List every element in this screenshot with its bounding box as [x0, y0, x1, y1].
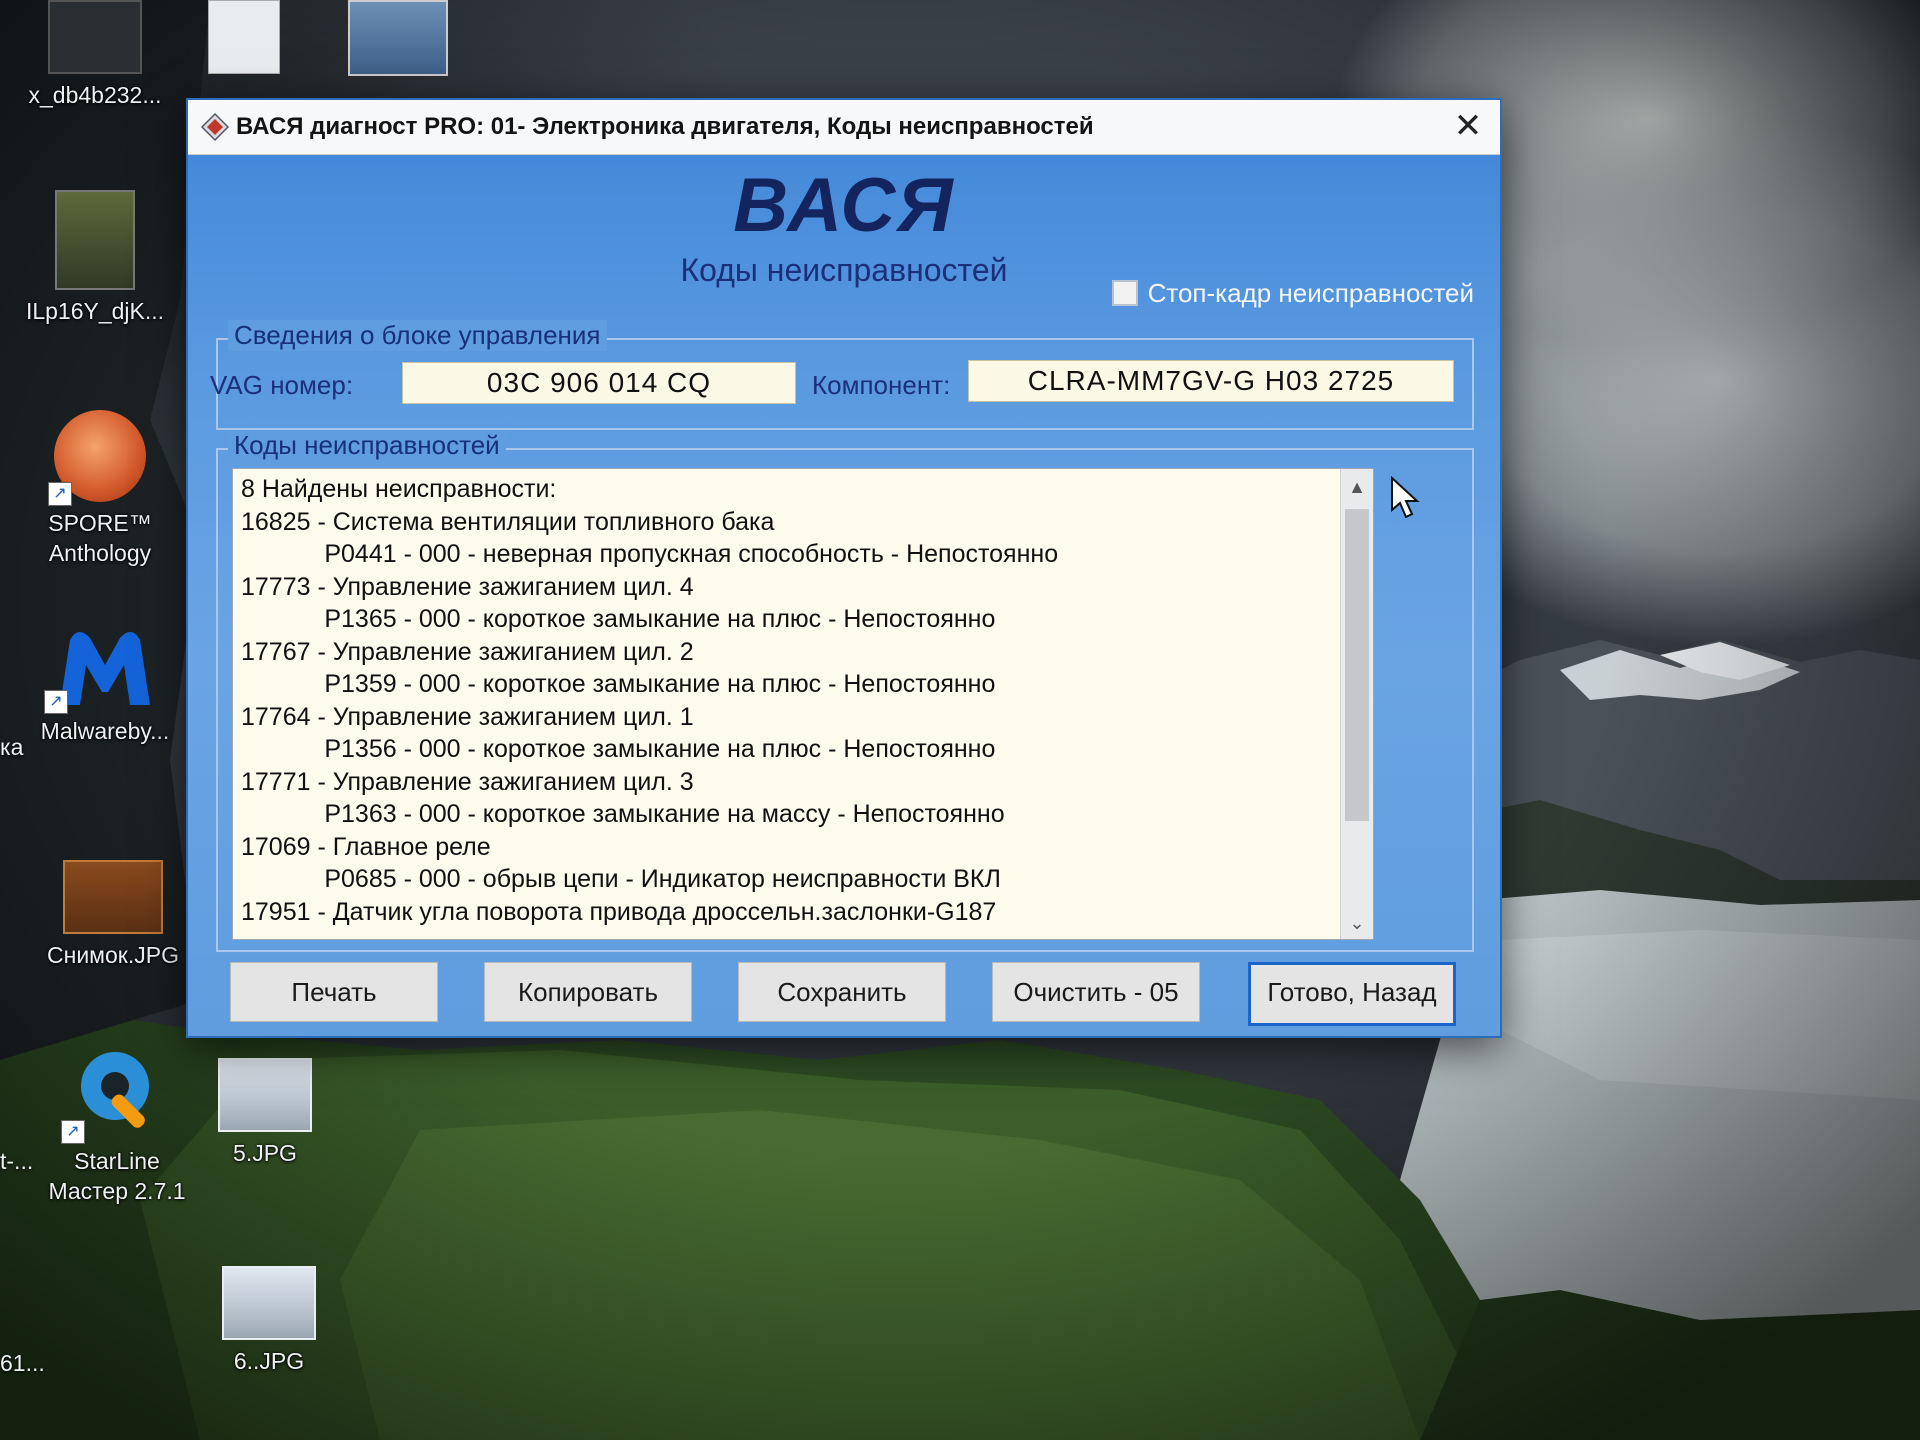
desktop-icon-label: 6..JPG — [233, 1348, 305, 1374]
image-file-icon — [222, 1266, 316, 1340]
image-file-icon[interactable] — [348, 0, 448, 76]
desktop-icon-malwarebytes[interactable]: ↗ Malwareby... — [20, 620, 190, 746]
image-file-icon — [63, 860, 163, 934]
fault-code-line: P1363 - 000 - короткое замыкание на масс… — [241, 800, 1005, 828]
desktop-icon-ilp16y[interactable]: ILp16Y_djK... — [10, 190, 180, 326]
desktop-icon-label: 5.JPG — [233, 1140, 297, 1166]
desktop-icon-label: SPORE™ Anthology — [48, 510, 152, 566]
fault-code-line: P1359 - 000 - короткое замыкание на плюс… — [241, 670, 996, 698]
fault-codes-list[interactable]: 8 Найдены неисправности: 16825 - Система … — [232, 468, 1374, 940]
save-button[interactable]: Сохранить — [738, 962, 946, 1022]
scroll-thumb[interactable] — [1345, 509, 1369, 821]
cut-off-icon-label: t-... — [0, 1148, 34, 1174]
shortcut-arrow-icon: ↗ — [44, 690, 68, 714]
component-field: CLRA-MM7GV-G H03 2725 — [968, 360, 1454, 402]
app-icon — [200, 112, 230, 142]
scroll-down-chevron-icon[interactable]: ⌄ — [1341, 909, 1373, 937]
desktop-icon-label: Malwareby... — [40, 718, 170, 744]
fault-code-line: 17767 - Управление зажиганием цил. 2 — [241, 637, 694, 666]
component-label: Компонент: — [812, 370, 951, 400]
document-file-icon[interactable] — [208, 0, 280, 74]
window-title: ВАСЯ диагност PRO: 01- Электроника двига… — [236, 113, 1094, 140]
shortcut-arrow-icon: ↗ — [61, 1120, 85, 1144]
cut-off-icon-label: 61... — [0, 1350, 45, 1376]
clear-button[interactable]: Очистить - 05 — [992, 962, 1200, 1022]
image-file-icon — [48, 0, 142, 74]
desktop-icon-label: StarLine Мастер 2.7.1 — [48, 1148, 186, 1204]
close-button[interactable]: ✕ — [1446, 106, 1490, 146]
checkbox-box[interactable] — [1111, 280, 1138, 306]
mouse-pointer-icon — [1391, 476, 1420, 519]
window-titlebar[interactable]: ВАСЯ диагност PRO: 01- Электроника двига… — [188, 100, 1500, 155]
shortcut-arrow-icon: ↗ — [48, 482, 72, 506]
fault-codes-text: 8 Найдены неисправности: 16825 - Система … — [241, 473, 1337, 928]
desktop-icon-label: Снимок.JPG — [47, 942, 179, 968]
photo-thumbnail-icon — [55, 190, 135, 290]
fault-codes-window: ВАСЯ диагност PRO: 01- Электроника двига… — [186, 98, 1502, 1038]
fault-code-line: P1356 - 000 - короткое замыкание на плюс… — [241, 735, 996, 763]
fault-code-line: 17771 - Управление зажиганием цил. 3 — [241, 767, 694, 796]
freeze-frame-label: Стоп-кадр неисправностей — [1147, 278, 1474, 308]
fault-code-line: 17951 - Датчик угла поворота привода дро… — [241, 897, 997, 926]
fault-code-line: 17764 - Управление зажиганием цил. 1 — [241, 702, 694, 731]
fault-code-line: 17069 - Главное реле — [241, 832, 491, 861]
desktop-icon-5jpg[interactable]: 5.JPG — [180, 1058, 350, 1168]
desktop-icon-spore[interactable]: ↗ SPORE™ Anthology — [15, 410, 185, 568]
fault-code-line: P1365 - 000 - короткое замыкание на плюс… — [241, 605, 996, 633]
fault-code-line: P0685 - 000 - обрыв цепи - Индикатор неи… — [241, 865, 1001, 893]
done-back-button[interactable]: Готово, Назад — [1248, 962, 1456, 1026]
cut-off-icon-label: ка — [0, 734, 24, 760]
image-file-icon — [218, 1058, 312, 1132]
vag-number-field: 03C 906 014 CQ — [402, 362, 796, 404]
brand-logo-text: ВАСЯ — [733, 163, 955, 248]
print-button[interactable]: Печать — [230, 962, 438, 1022]
starline-wrench-gear-icon: ↗ — [61, 1040, 167, 1144]
malwarebytes-icon: ↗ — [44, 620, 160, 714]
scroll-up-arrow-icon[interactable]: ▲ — [1341, 473, 1373, 501]
ecu-info-group: Сведения о блоке управления VAG номер: 0… — [210, 320, 1474, 430]
desktop-icon-snimok[interactable]: Снимок.JPG — [28, 860, 198, 970]
copy-button[interactable]: Копировать — [484, 962, 692, 1022]
fault-code-line: 16825 - Система вентиляции топливного ба… — [241, 507, 775, 536]
desktop-icon-label: x_db4b232... — [28, 82, 162, 108]
desktop-icon-x-db4b232[interactable]: x_db4b232... — [10, 0, 180, 110]
fault-code-line: 17773 - Управление зажиганием цил. 4 — [241, 572, 694, 601]
vag-number-label: VAG номер: — [210, 370, 354, 400]
fault-code-line: P0441 - 000 - неверная пропускная способ… — [241, 540, 1059, 568]
ecu-info-group-title: Сведения о блоке управления — [228, 320, 607, 351]
fault-code-line: 8 Найдены неисправности: — [241, 475, 557, 503]
desktop-icon-label: ILp16Y_djK... — [25, 298, 165, 324]
vertical-scrollbar[interactable]: ▲ ⌄ — [1340, 469, 1373, 939]
spore-icon: ↗ — [48, 410, 146, 506]
fault-codes-group-title: Коды неисправностей — [228, 430, 506, 461]
freeze-frame-checkbox[interactable]: Стоп-кадр неисправностей — [1111, 278, 1474, 309]
desktop-icon-starline[interactable]: ↗ StarLine Мастер 2.7.1 — [32, 1040, 202, 1206]
desktop-icon-6jpg[interactable]: 6..JPG — [184, 1266, 354, 1376]
